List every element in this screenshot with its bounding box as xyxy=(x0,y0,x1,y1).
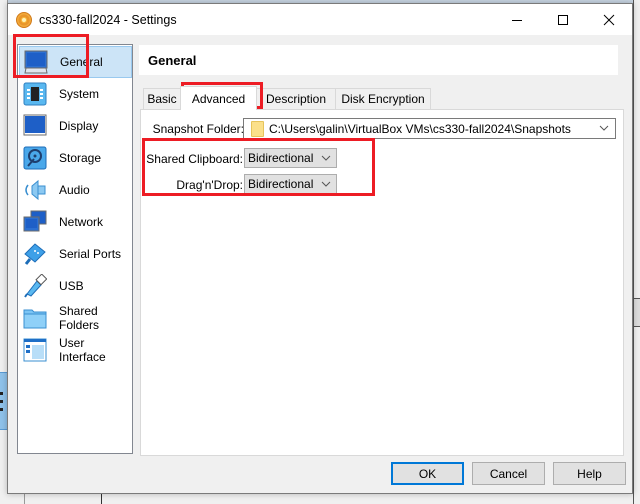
sidebar-item-label: Display xyxy=(59,119,99,133)
display-monitor-icon xyxy=(23,114,47,138)
ok-button-label: OK xyxy=(418,466,437,481)
sidebar-item-audio[interactable]: Audio xyxy=(19,174,132,206)
tab-label: Disk Encryption xyxy=(341,92,425,106)
close-button[interactable] xyxy=(586,4,632,35)
shared-clipboard-select[interactable]: Bidirectional xyxy=(244,148,337,168)
sidebar-item-label: General xyxy=(60,55,103,69)
chevron-down-icon xyxy=(321,155,331,161)
settings-category-list[interactable]: General System Display Storage Audio Net… xyxy=(17,44,133,454)
drag-n-drop-select[interactable]: Bidirectional xyxy=(244,174,337,194)
sidebar-item-label: Network xyxy=(59,215,104,229)
help-button[interactable]: Help xyxy=(553,462,626,485)
serial-port-icon xyxy=(23,242,47,266)
tab-label: Description xyxy=(265,92,327,106)
sidebar-item-display[interactable]: Display xyxy=(19,110,132,142)
sidebar-item-label: Audio xyxy=(59,183,90,197)
snapshot-folder-value: C:\Users\galin\VirtualBox VMs\cs330-fall… xyxy=(269,121,571,136)
tab-basic[interactable]: Basic xyxy=(143,88,181,109)
chevron-down-icon xyxy=(599,125,609,131)
cancel-button[interactable]: Cancel xyxy=(472,462,545,485)
page-title: General xyxy=(148,52,197,68)
tab-label: Advanced xyxy=(191,91,246,106)
sidebar-item-label: User Interface xyxy=(59,336,106,364)
settings-dialog: cs330-fall2024 - Settings General System… xyxy=(7,3,633,494)
cancel-button-label: Cancel xyxy=(489,466,528,481)
system-chip-icon xyxy=(23,82,47,106)
general-monitor-icon xyxy=(24,50,48,74)
sidebar-item-label: Shared Folders xyxy=(59,304,100,332)
background-window-right-edge xyxy=(633,0,640,504)
sidebar-item-label: System xyxy=(59,87,100,101)
tab-description[interactable]: Description xyxy=(256,88,336,109)
snapshot-folder-label: Snapshot Folder: xyxy=(152,122,244,136)
sidebar-item-shared-folders[interactable]: Shared Folders xyxy=(19,302,132,334)
tab-disk-encryption[interactable]: Disk Encryption xyxy=(335,88,431,109)
shared-clipboard-value: Bidirectional xyxy=(248,151,314,165)
drag-n-drop-value: Bidirectional xyxy=(248,177,314,191)
background-dot xyxy=(0,400,3,403)
window-title: cs330-fall2024 - Settings xyxy=(39,12,177,27)
ok-button[interactable]: OK xyxy=(391,462,464,485)
help-button-label: Help xyxy=(577,466,602,481)
sidebar-item-network[interactable]: Network xyxy=(19,206,132,238)
sidebar-item-system[interactable]: System xyxy=(19,78,132,110)
background-dot xyxy=(0,392,3,395)
drag-n-drop-label: Drag'n'Drop: xyxy=(176,178,243,192)
sidebar-item-storage[interactable]: Storage xyxy=(19,142,132,174)
advanced-tab-panel: Snapshot Folder: C:\Users\galin\VirtualB… xyxy=(140,109,624,456)
page-header: General xyxy=(139,45,618,75)
sidebar-item-usb[interactable]: USB xyxy=(19,270,132,302)
snapshot-folder-combobox[interactable]: C:\Users\galin\VirtualBox VMs\cs330-fall… xyxy=(243,118,616,139)
storage-disk-icon xyxy=(23,146,47,170)
shared-clipboard-label: Shared Clipboard: xyxy=(146,152,243,166)
sidebar-item-label: Storage xyxy=(59,151,102,165)
maximize-icon xyxy=(558,14,568,25)
folder-icon xyxy=(251,120,264,137)
usb-icon xyxy=(23,273,48,298)
audio-speaker-icon xyxy=(23,178,47,202)
close-icon xyxy=(603,14,615,25)
network-icon xyxy=(23,210,47,234)
background-window-bottom xyxy=(0,494,640,504)
sidebar-item-serial-ports[interactable]: Serial Ports xyxy=(19,238,132,270)
sidebar-item-user-interface[interactable]: User Interface xyxy=(19,334,132,366)
tab-label: Basic xyxy=(147,92,177,106)
sidebar-item-label: USB xyxy=(59,279,84,293)
title-bar[interactable]: cs330-fall2024 - Settings xyxy=(8,4,632,35)
maximize-button[interactable] xyxy=(540,4,586,35)
tab-advanced[interactable]: Advanced xyxy=(180,86,257,110)
shared-folder-icon xyxy=(23,306,47,330)
minimize-icon xyxy=(512,19,522,21)
sidebar-item-label: Serial Ports xyxy=(59,247,122,261)
user-interface-icon xyxy=(23,338,47,362)
sidebar-item-general[interactable]: General xyxy=(19,46,132,78)
minimize-button[interactable] xyxy=(494,4,540,35)
background-dot xyxy=(0,408,3,411)
chevron-down-icon xyxy=(321,181,331,187)
virtualbox-gear-icon xyxy=(16,11,32,28)
